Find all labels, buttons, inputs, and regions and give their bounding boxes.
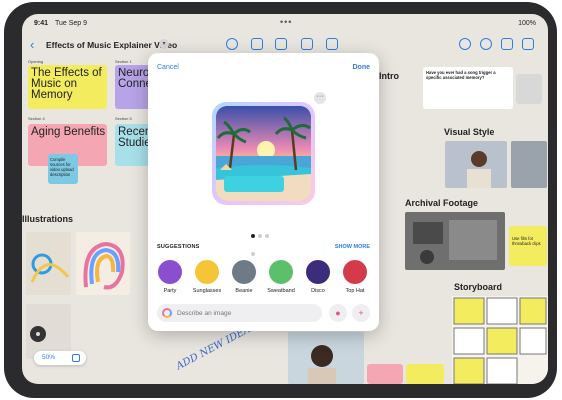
document-title[interactable]: Effects of Music Explainer Video [46, 40, 177, 50]
status-date: Tue Sep 9 [55, 20, 88, 27]
describe-image-input[interactable] [177, 307, 317, 319]
sticky-note-icon[interactable] [251, 38, 263, 50]
storyboard-grid[interactable] [452, 296, 548, 384]
image-playground-sheet: Cancel Done ··· SUGGESTIONS SHOW MORE Pa… [148, 53, 379, 331]
party-icon [158, 260, 182, 284]
describe-image-field[interactable] [157, 304, 322, 322]
portrait-photo[interactable] [288, 332, 364, 384]
pen-tool-icon[interactable] [226, 38, 238, 50]
sweatband-icon [269, 260, 293, 284]
plus-icon: + [358, 308, 364, 318]
collaborate-icon[interactable] [480, 38, 492, 50]
sticky-note[interactable]: Compile sources for video upload descrip… [48, 154, 78, 184]
section-label: Section 4 [28, 116, 45, 121]
suggestion-label: Disco [311, 288, 325, 294]
page-dot[interactable] [258, 234, 262, 238]
disco-ball-icon [306, 260, 330, 284]
illustration-headphones[interactable] [26, 232, 71, 295]
section-label: Opening [28, 59, 44, 64]
page-dot[interactable] [265, 234, 269, 238]
intro-text: Have you ever had a song trigger a speci… [426, 70, 496, 80]
section-label: Section 5 [115, 116, 132, 121]
archival-photo[interactable] [405, 212, 505, 270]
add-button[interactable]: + [352, 304, 370, 322]
page-dot[interactable] [251, 252, 255, 256]
person-button[interactable]: ● [329, 304, 347, 322]
person-icon: ● [335, 308, 341, 318]
suggestion-sunglasses[interactable]: Sunglasses [191, 260, 223, 294]
share-icon[interactable] [501, 38, 513, 50]
shapes-icon[interactable] [275, 38, 287, 50]
card-title: Aging Benefits [31, 126, 106, 138]
suggestion-label: Beanie [235, 288, 253, 294]
ellipsis-icon[interactable]: ··· [314, 92, 326, 104]
multitasking-dots-icon[interactable]: ••• [280, 17, 292, 27]
done-button[interactable]: Done [353, 64, 371, 71]
sticky-card-opening[interactable]: The Effects of Music on Memory [28, 65, 107, 109]
card-title: The Effects of Music on Memory [31, 67, 102, 101]
undo-icon[interactable] [459, 38, 471, 50]
intro-heading: Intro [379, 71, 399, 81]
suggestion-label: Sunglasses [192, 288, 222, 294]
archival-footage-heading: Archival Footage [405, 198, 479, 208]
suggestion-beanie[interactable]: Beanie [228, 260, 260, 294]
suggestion-party[interactable]: Party [154, 260, 186, 294]
suggestion-label: Party [163, 288, 177, 294]
note-text: Use film for throwback clips [512, 236, 541, 246]
visual-style-heading: Visual Style [444, 127, 495, 137]
sticky-note[interactable] [406, 364, 444, 384]
zoom-control[interactable]: 50% [34, 351, 86, 365]
note-text: Compile sources for video upload descrip… [50, 157, 74, 177]
suggestion-label: Top Hat [345, 288, 365, 294]
page-indicator[interactable] [251, 225, 278, 256]
illustration-rainbow-head[interactable] [76, 232, 130, 295]
minimap-icon[interactable] [72, 354, 80, 362]
status-battery: 100% [518, 20, 536, 27]
top-hat-icon [343, 260, 367, 284]
sticky-note[interactable] [367, 364, 403, 384]
compose-icon[interactable] [522, 38, 534, 50]
back-chevron-icon[interactable]: ‹ [30, 37, 34, 52]
visual-style-photo-2[interactable] [511, 141, 547, 188]
text-box-icon[interactable] [301, 38, 313, 50]
storyboard-heading: Storyboard [454, 282, 503, 292]
suggestion-sweatband[interactable]: Sweatband [265, 260, 297, 294]
beanie-icon [232, 260, 256, 284]
sticky-note[interactable]: Use film for throwback clips [509, 226, 547, 266]
suggestion-disco[interactable]: Disco [302, 260, 334, 294]
intro-text-card[interactable]: Have you ever had a song trigger a speci… [423, 67, 513, 109]
video-thumbnail[interactable] [516, 74, 542, 104]
suggestions-heading: SUGGESTIONS [157, 244, 200, 250]
illustrations-heading: Illustrations [22, 214, 74, 224]
title-menu-chevron-icon[interactable]: ▾ [159, 39, 169, 49]
media-icon[interactable] [326, 38, 338, 50]
cancel-button[interactable]: Cancel [157, 64, 179, 71]
zoom-level: 50% [42, 354, 56, 361]
suggestion-label: Sweatband [267, 288, 295, 294]
show-more-button[interactable]: SHOW MORE [335, 244, 370, 250]
page-dot[interactable] [251, 234, 255, 238]
image-playground-icon [162, 308, 172, 318]
sunglasses-icon [195, 260, 219, 284]
visual-style-photo[interactable] [445, 141, 507, 188]
suggestion-top-hat[interactable]: Top Hat [339, 260, 371, 294]
status-bar: 9:41 Tue Sep 9 ••• 100% [22, 14, 548, 32]
status-time: 9:41 [34, 20, 49, 27]
generated-image[interactable] [212, 102, 315, 205]
section-label: Section 1 [115, 59, 132, 64]
